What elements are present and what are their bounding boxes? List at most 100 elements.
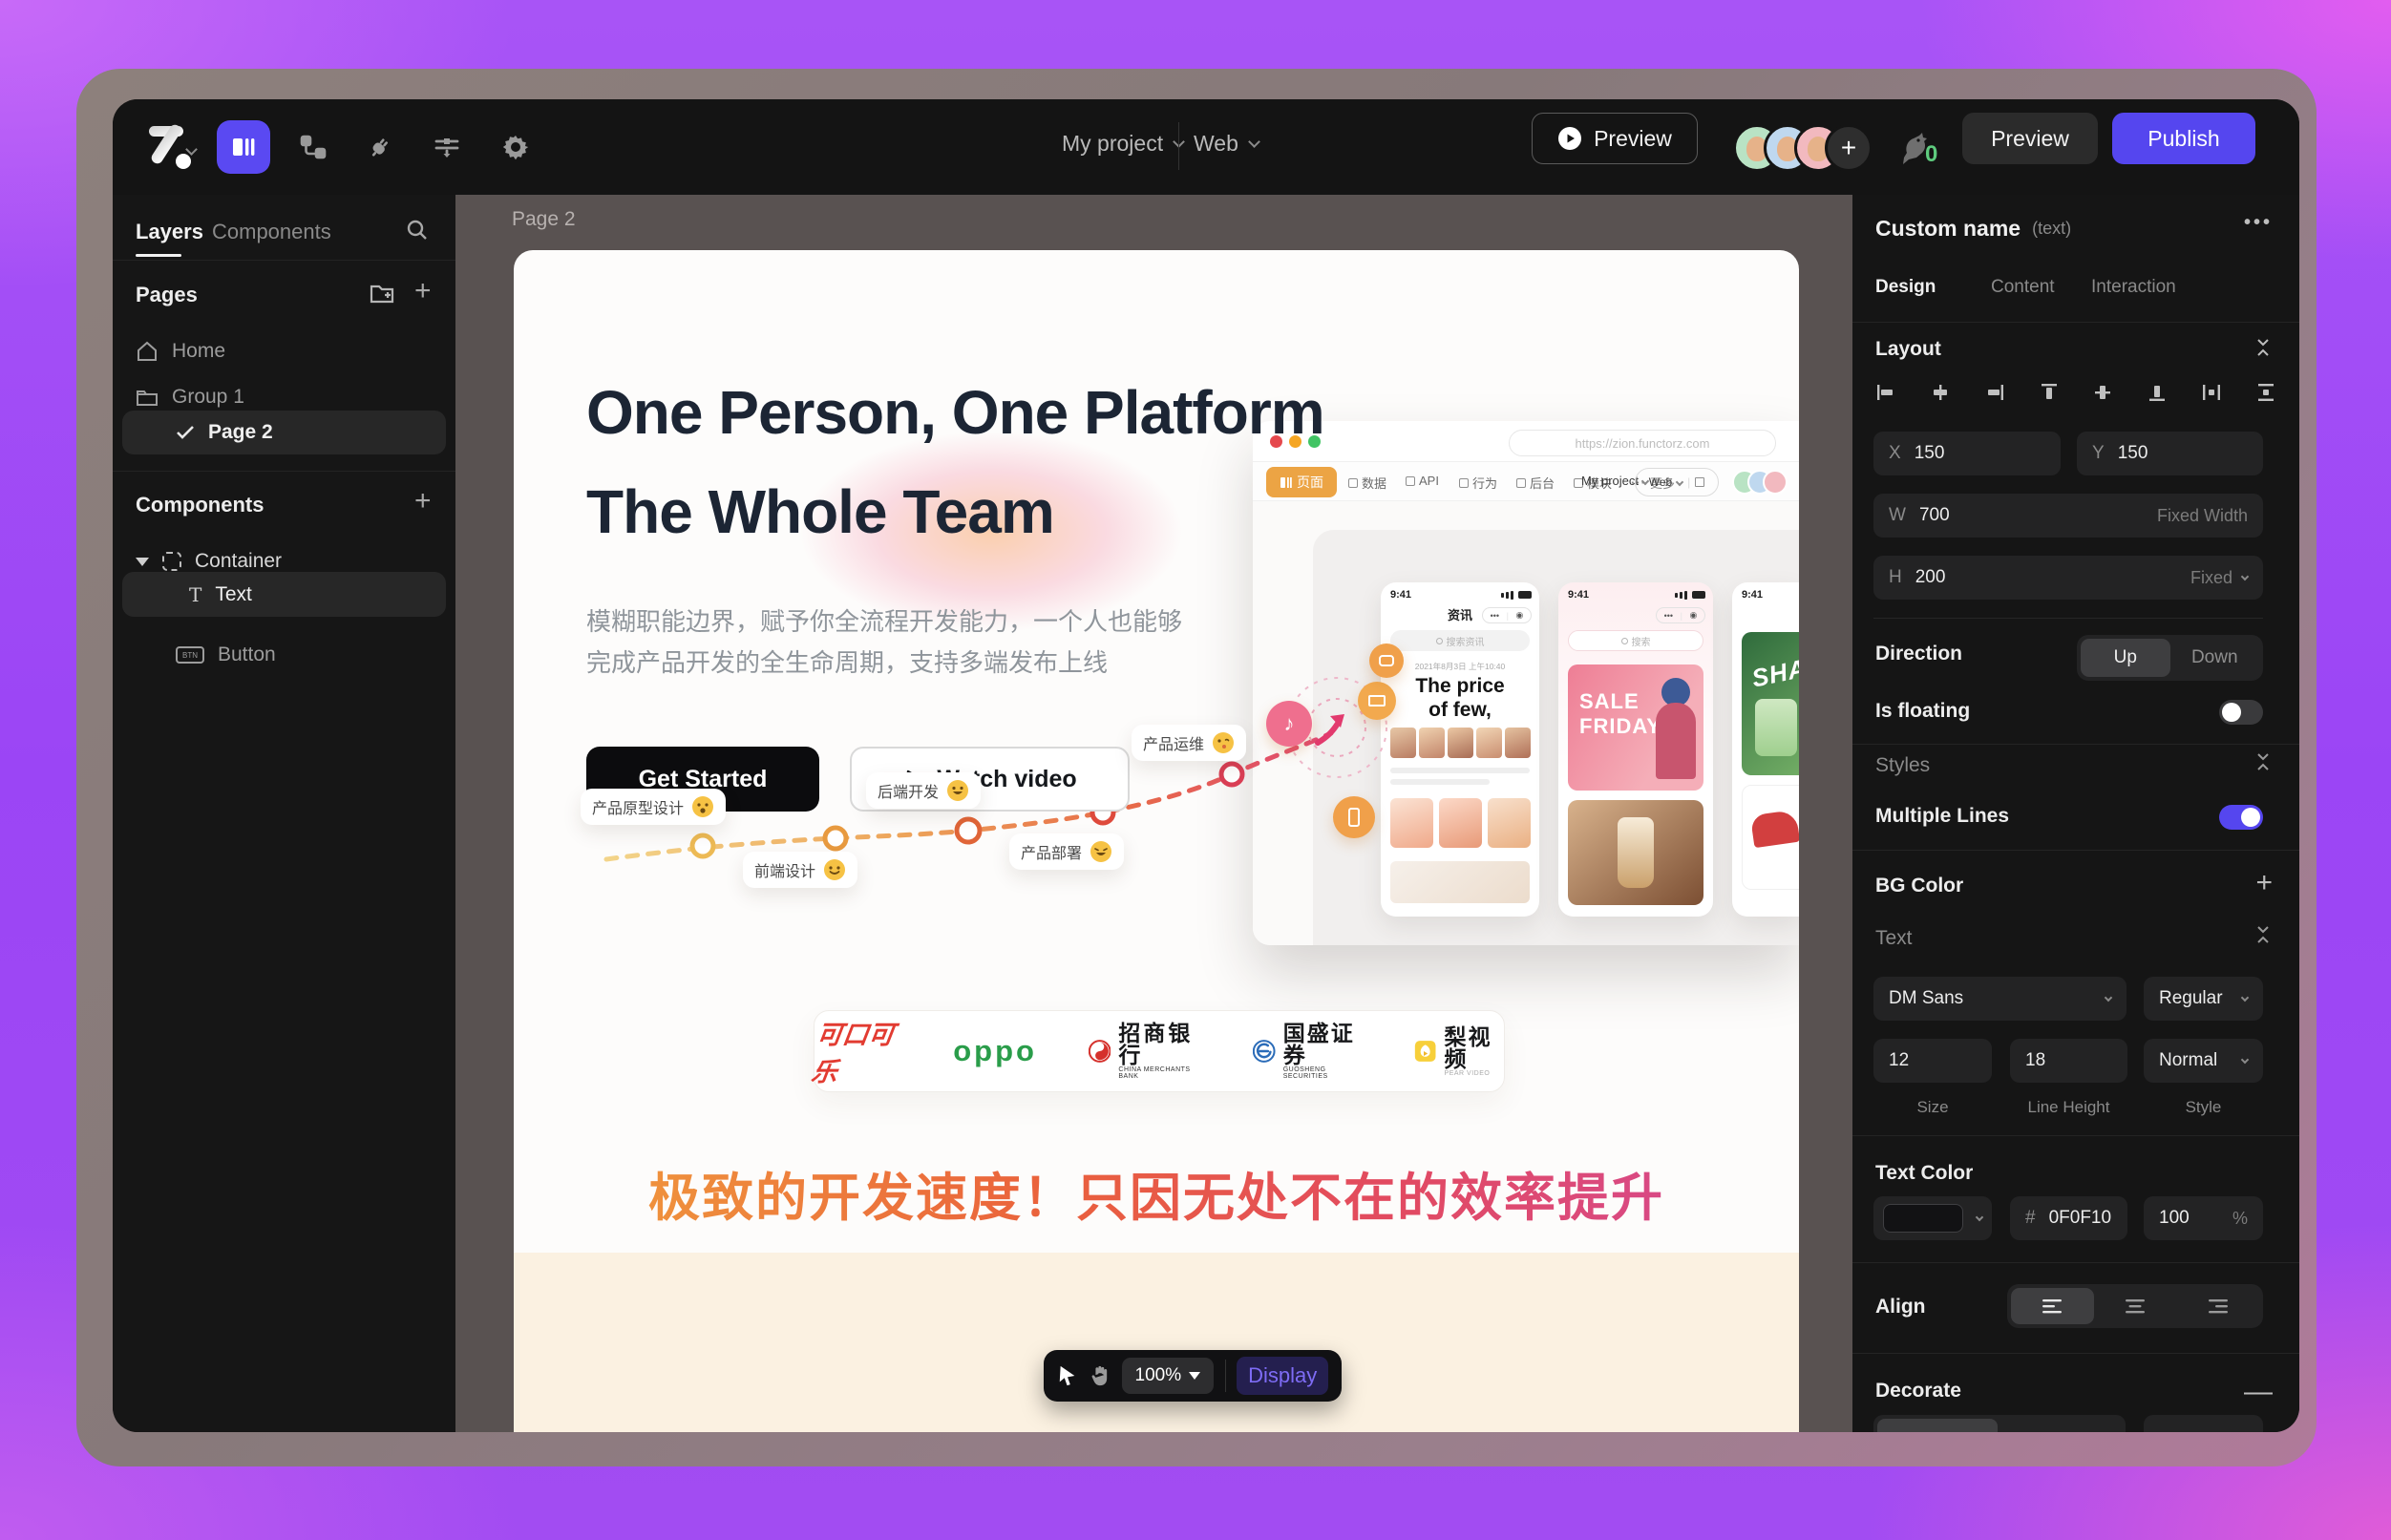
tree-item-button[interactable]: BTN Button	[122, 634, 446, 676]
logo-chevron-down-icon[interactable]	[187, 141, 196, 158]
add-component-icon[interactable]: +	[414, 485, 432, 517]
cursor-tool-icon[interactable]	[1057, 1363, 1078, 1388]
monitor-icon	[1358, 682, 1396, 720]
font-family-dropdown[interactable]: DM Sans	[1873, 977, 2127, 1021]
pages-tool-button[interactable]	[217, 120, 270, 174]
tab-components[interactable]: Components	[212, 220, 331, 244]
components-section-title: Components	[136, 493, 264, 517]
y-position-input[interactable]: Y150	[2077, 432, 2263, 475]
align-left-icon[interactable]	[1875, 382, 1896, 403]
decorate-control-partial[interactable]	[1873, 1415, 2126, 1432]
decorate-control-partial[interactable]	[2144, 1415, 2263, 1432]
zoombar-divider	[1225, 1360, 1226, 1392]
decorate-collapse-icon[interactable]: —	[2244, 1376, 2273, 1408]
zoom-level-dropdown[interactable]: 100%	[1122, 1358, 1214, 1394]
behavior-tool-icon[interactable]	[422, 122, 472, 172]
opacity-input[interactable]: 100 %	[2144, 1196, 2263, 1240]
is-floating-toggle[interactable]	[2219, 700, 2263, 725]
api-tool-icon[interactable]	[355, 122, 405, 172]
expand-caret-icon[interactable]	[136, 558, 149, 566]
direction-down-option[interactable]: Down	[2170, 639, 2260, 677]
desktop-background: My project Web Preview + 0 Preview Publi…	[0, 0, 2391, 1540]
logo-cocacola: 可口可乐	[810, 1014, 907, 1088]
x-position-input[interactable]: X150	[1873, 432, 2061, 475]
add-collaborator-button[interactable]: +	[1825, 124, 1873, 172]
font-style-value: Normal	[2159, 1050, 2217, 1071]
font-family-value: DM Sans	[1889, 988, 1963, 1009]
component-item-label: Text	[215, 583, 252, 606]
distribute-h-icon[interactable]	[2201, 382, 2222, 403]
add-folder-icon[interactable]	[369, 281, 395, 310]
search-icon[interactable]	[405, 218, 430, 247]
add-bg-color-icon[interactable]: +	[2255, 867, 2273, 899]
phone-icon	[1333, 796, 1375, 838]
logo-oppo: oppo	[953, 1034, 1037, 1068]
layout-collapse-icon[interactable]	[2253, 336, 2273, 364]
more-options-icon[interactable]: •••	[2244, 212, 2273, 234]
color-swatch	[1883, 1204, 1963, 1233]
text-align-right-option[interactable]	[2176, 1288, 2259, 1324]
text-align-center-option[interactable]	[2094, 1288, 2177, 1324]
design-canvas[interactable]: Page 2 https://zion.functorz.com 页面	[455, 195, 1852, 1432]
preview-button[interactable]: Preview	[1962, 113, 2098, 164]
font-size-input[interactable]: 12	[1873, 1039, 1992, 1083]
align-bottom-icon[interactable]	[2147, 382, 2168, 403]
settings-gear-icon[interactable]	[491, 122, 540, 172]
layers-sidebar: Layers Components Pages + Home Group 1	[113, 195, 455, 1432]
selected-element-name: Custom name	[1875, 216, 2021, 242]
speed-banner: 极致的开发速度！只因无处不在的效率提升	[514, 1155, 1799, 1231]
align-top-icon[interactable]	[2039, 382, 2060, 403]
align-center-h-icon[interactable]	[1930, 382, 1951, 403]
canvas-page-label[interactable]: Page 2	[512, 208, 576, 231]
publish-button[interactable]: Publish	[2112, 113, 2255, 164]
sidebar-item-home[interactable]: Home	[122, 330, 446, 372]
hero-paragraph[interactable]: 模糊职能边界，赋予你全流程开发能力，一个人也能够 完成产品开发的全生命周期，支持…	[586, 601, 1182, 684]
component-item-label: Container	[195, 550, 282, 573]
tab-interaction[interactable]: Interaction	[2091, 277, 2176, 298]
multiple-lines-toggle[interactable]	[2219, 805, 2263, 830]
decorate-section-title: Decorate	[1875, 1380, 1961, 1403]
hex-color-input[interactable]: # 0F0F10	[2010, 1196, 2127, 1240]
height-mode-dropdown[interactable]: Fixed	[2190, 568, 2248, 588]
opacity-value: 100	[2159, 1208, 2190, 1229]
tab-design[interactable]: Design	[1875, 277, 1936, 298]
font-style-dropdown[interactable]: Normal	[2144, 1039, 2263, 1083]
pearvideo-icon	[1414, 1038, 1436, 1065]
artboard-page2[interactable]: https://zion.functorz.com 页面 数据 API 行为 后…	[514, 250, 1799, 1432]
styles-collapse-icon[interactable]	[2253, 750, 2273, 778]
direction-up-option[interactable]: Up	[2081, 639, 2170, 677]
page-item-label: Group 1	[172, 386, 244, 409]
text-color-swatch-dropdown[interactable]	[1873, 1196, 1992, 1240]
x-value: 150	[1915, 443, 1945, 464]
font-weight-dropdown[interactable]: Regular	[2144, 977, 2263, 1021]
text-align-left-option[interactable]	[2011, 1288, 2094, 1324]
add-page-icon[interactable]: +	[414, 275, 432, 307]
platform-menu[interactable]: Web	[1194, 131, 1259, 157]
alignment-toolbar	[1875, 382, 2276, 403]
hero-heading[interactable]: One Person, One Platform The Whole Team	[586, 363, 1324, 561]
width-input[interactable]: W700 Fixed Width	[1873, 494, 2263, 538]
line-height-input[interactable]: 18	[2010, 1039, 2127, 1083]
tab-content[interactable]: Content	[1991, 277, 2055, 298]
step-tag: 后端开发	[866, 772, 981, 809]
step-tag: 产品部署	[1009, 833, 1124, 870]
hand-tool-icon[interactable]	[1090, 1363, 1111, 1388]
tree-item-text-selected[interactable]: T Text	[122, 572, 446, 617]
tab-layers[interactable]: Layers	[136, 220, 203, 244]
text-collapse-icon[interactable]	[2253, 923, 2273, 951]
layout-section-title: Layout	[1875, 338, 1941, 361]
width-mode[interactable]: Fixed Width	[2157, 506, 2248, 526]
size-label: Size	[1873, 1098, 1992, 1117]
component-item-label: Button	[218, 643, 276, 666]
align-center-v-icon[interactable]	[2092, 382, 2113, 403]
sidebar-item-page2-selected[interactable]: Page 2	[122, 411, 446, 454]
distribute-v-icon[interactable]	[2255, 382, 2276, 403]
preview-pill-button[interactable]: Preview	[1532, 113, 1698, 164]
align-right-icon[interactable]	[1984, 382, 2005, 403]
height-input[interactable]: H200 Fixed	[1873, 556, 2263, 600]
data-model-tool-icon[interactable]	[288, 122, 338, 172]
project-menu[interactable]: My project	[1062, 131, 1183, 157]
display-button[interactable]: Display	[1237, 1357, 1328, 1395]
text-align-segmented	[2007, 1284, 2263, 1328]
smiling-face-icon	[823, 858, 846, 881]
